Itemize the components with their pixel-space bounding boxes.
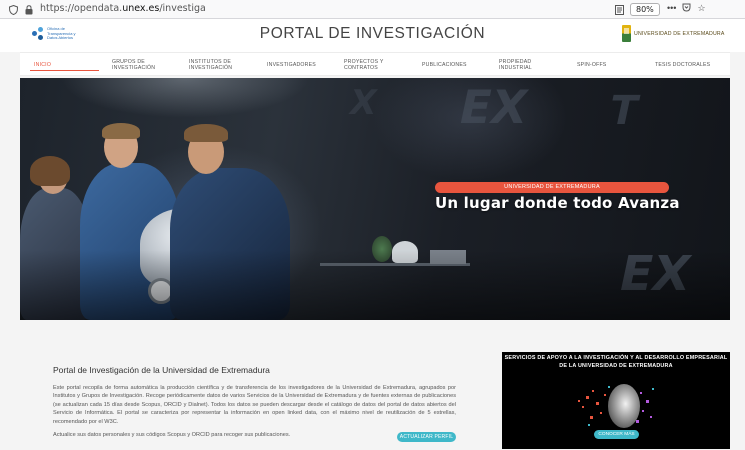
ex-letters-decoration: EX (454, 80, 533, 134)
nav-item-spin-offs[interactable]: SPIN-OFFS (577, 53, 622, 77)
url-prefix: https://opendata. (40, 3, 123, 14)
intro-paragraph: Este portal recopila de forma automática… (53, 385, 456, 425)
university-name: UNIVERSIDAD DE EXTREMADURA (634, 30, 725, 37)
nav-item-institutos[interactable]: INSTITUTOS DE INVESTIGACIÓN (189, 53, 244, 77)
nav-label: PROPIEDAD INDUSTRIAL (499, 59, 532, 71)
zoom-level[interactable]: 80% (630, 3, 660, 16)
hero-badge: UNIVERSIDAD DE EXTREMADURA (435, 182, 669, 193)
ex-letters-decoration: T (605, 88, 643, 134)
intro-title: Portal de Investigación de la Universida… (53, 365, 270, 375)
nav-item-tesis[interactable]: TESIS DOCTORALES (655, 53, 725, 77)
bookmark-star-icon[interactable]: ☆ (697, 3, 705, 14)
lab-lamp (60, 78, 310, 118)
reader-view-icon[interactable] (613, 4, 625, 16)
nav-item-proyectos[interactable]: PROYECTOS Y CONTRATOS (344, 53, 394, 77)
url-domain: unex.es (122, 3, 160, 14)
main-nav: INICIO GRUPOS DE INVESTIGACIÓN INSTITUTO… (20, 52, 730, 76)
more-actions-icon[interactable]: ••• (667, 3, 676, 14)
lock-icon[interactable] (23, 4, 35, 16)
hero-banner: EX T EX X UNIVERSIDAD DE EXTREMADURA Un … (20, 78, 730, 320)
update-profile-button[interactable]: ACTUALIZAR PERFIL (397, 432, 456, 442)
nav-label: PROYECTOS Y CONTRATOS (344, 59, 384, 71)
site-header: Oficina de Transparencia y Datos Abierto… (0, 19, 745, 52)
browser-toolbar: https://opendata.unex.es/investiga 80% •… (0, 0, 745, 19)
nav-label: SPIN-OFFS (577, 62, 607, 68)
university-logo[interactable]: UNIVERSIDAD DE EXTREMADURA (622, 25, 725, 42)
pocket-icon[interactable] (682, 3, 691, 14)
nav-label: INICIO (34, 62, 52, 68)
learn-more-button[interactable]: CONOCER MÁS (594, 430, 639, 439)
nav-label: GRUPOS DE INVESTIGACIÓN (112, 59, 156, 71)
nav-item-grupos[interactable]: GRUPOS DE INVESTIGACIÓN (112, 53, 167, 77)
nav-item-publicaciones[interactable]: PUBLICACIONES (422, 53, 482, 77)
ex-letters-decoration: X (345, 83, 381, 123)
nav-active-indicator (30, 70, 99, 71)
support-services-card[interactable]: SERVICIOS DE APOYO A LA INVESTIGACIÓN Y … (502, 352, 730, 449)
url-path: /investiga (159, 3, 206, 14)
promo-title: SERVICIOS DE APOYO A LA INVESTIGACIÓN Y … (504, 355, 728, 369)
nav-label: INSTITUTOS DE INVESTIGACIÓN (189, 59, 233, 71)
nav-item-investigadores[interactable]: INVESTIGADORES (267, 53, 327, 77)
researcher-man-beard-hair (184, 124, 228, 142)
researcher-woman-hair (30, 156, 70, 186)
ai-face-illustration (578, 384, 654, 428)
researcher-man-glasses-hair (102, 123, 140, 139)
crest-icon (622, 25, 631, 42)
hero-floor-shadow (20, 250, 730, 320)
nav-item-propiedad[interactable]: PROPIEDAD INDUSTRIAL (499, 53, 549, 77)
shield-icon[interactable] (7, 4, 19, 16)
nav-label: PUBLICACIONES (422, 62, 467, 68)
hero-headline: Un lugar donde todo Avanza (435, 194, 680, 212)
nav-label: INVESTIGADORES (267, 62, 316, 68)
intro-section: Portal de Investigación de la Universida… (53, 365, 456, 439)
address-bar[interactable]: https://opendata.unex.es/investiga (40, 3, 206, 14)
nav-item-inicio[interactable]: INICIO (34, 53, 104, 77)
nav-label: TESIS DOCTORALES (655, 62, 711, 68)
update-profile-text: Actualice sus datos personales y sus cód… (53, 432, 291, 439)
